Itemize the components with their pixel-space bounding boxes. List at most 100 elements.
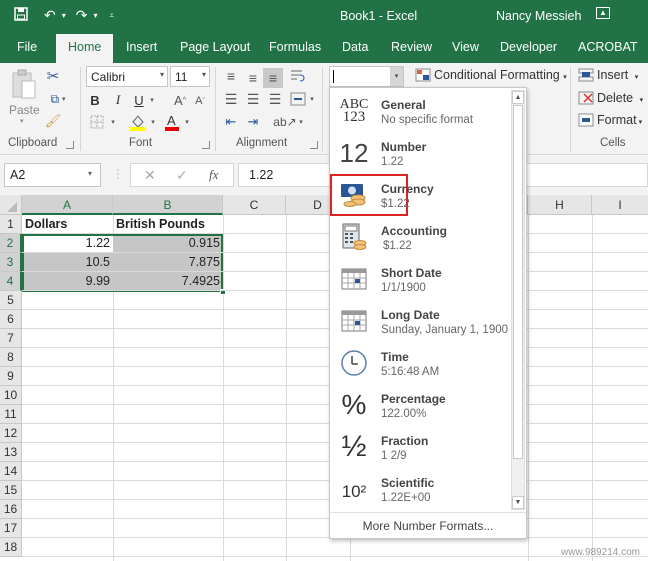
format-cells-icon[interactable] [578,112,594,128]
wrap-text-icon[interactable] [288,66,308,86]
menu-item-general[interactable]: ABC 123 General No specific format [330,90,510,132]
formula-bar-grip-icon[interactable]: ⋮ [112,167,124,181]
row-header-16[interactable]: 16 [0,500,22,519]
column-header-a[interactable]: A [22,195,113,215]
scroll-up-icon[interactable]: ▲ [512,91,524,104]
row-header-7[interactable]: 7 [0,329,22,348]
tab-review[interactable]: Review [391,40,432,54]
menu-item-fraction[interactable]: ½ Fraction 1 2/9 [330,426,510,468]
row-header-15[interactable]: 15 [0,481,22,500]
more-number-formats-link[interactable]: More Number Formats... [330,512,526,538]
menu-item-accounting[interactable]: Accounting $1.22 [330,216,510,258]
tab-page-layout[interactable]: Page Layout [180,40,250,54]
increase-indent-icon[interactable]: ⇥ [243,113,263,131]
row-header-8[interactable]: 8 [0,348,22,367]
menu-scrollbar[interactable]: ▲ ▼ [511,90,525,510]
undo-icon[interactable]: ↶ [44,7,56,24]
font-color-dropdown-icon[interactable]: ▾ [182,113,192,131]
increase-font-size-icon[interactable]: A ^ [172,91,188,109]
ribbon-display-options-icon[interactable]: ▲ [596,7,610,19]
menu-item-long-date[interactable]: Long Date Sunday, January 1, 1900 [330,300,510,342]
row-header-9[interactable]: 9 [0,367,22,386]
bold-button[interactable]: B [87,91,103,109]
tab-acrobat[interactable]: ACROBAT [578,40,638,54]
row-header-4[interactable]: 4 [0,272,22,291]
top-align-icon[interactable]: ≡ [221,66,241,86]
alignment-launcher-icon[interactable] [310,141,318,149]
cut-icon[interactable]: ✂ [44,67,62,85]
row-header-5[interactable]: 5 [0,291,22,310]
customize-qat-icon[interactable]: ⩡ [110,11,115,21]
column-header-i[interactable]: I [592,195,648,215]
row-header-10[interactable]: 10 [0,386,22,405]
merge-center-icon[interactable] [288,90,308,108]
paste-button[interactable]: Paste [9,103,40,117]
paste-icon[interactable] [8,67,40,101]
row-header-18[interactable]: 18 [0,538,22,557]
row-header-14[interactable]: 14 [0,462,22,481]
align-center-icon[interactable]: ☰ [243,90,263,108]
enter-icon[interactable]: ✓ [176,167,188,184]
scroll-down-icon[interactable]: ▼ [512,496,524,509]
underline-button[interactable]: U [131,91,147,109]
insert-function-icon[interactable]: fx [209,167,218,183]
number-format-dropdown-button[interactable]: ▾ [390,67,403,86]
conditional-formatting-icon[interactable] [414,67,432,83]
paste-dropdown-icon[interactable]: ▾ [20,117,24,125]
font-color-icon[interactable]: A [163,112,181,132]
decrease-font-size-icon[interactable]: Aˇ [192,92,208,110]
delete-button[interactable]: Delete ▾ [597,91,643,105]
underline-dropdown-icon[interactable]: ▾ [147,91,157,109]
row-header-6[interactable]: 6 [0,310,22,329]
menu-item-scientific[interactable]: 10² Scientific 1.22E+00 [330,468,510,510]
clipboard-launcher-icon[interactable] [66,141,74,149]
column-header-h[interactable]: H [528,195,592,215]
menu-item-time[interactable]: Time 5:16:48 AM [330,342,510,384]
orientation-dropdown-icon[interactable]: ▾ [296,113,306,131]
tab-view[interactable]: View [452,40,479,54]
tab-developer[interactable]: Developer [500,40,557,54]
font-size-dropdown[interactable]: 11 ▾ [170,66,210,87]
row-header-17[interactable]: 17 [0,519,22,538]
cancel-icon[interactable]: ✕ [144,167,156,184]
save-icon[interactable] [14,7,28,24]
align-left-icon[interactable]: ☰ [221,90,241,108]
delete-cells-icon[interactable] [578,90,594,106]
align-right-icon[interactable]: ☰ [265,90,285,108]
undo-dropdown-icon[interactable]: ▾ [62,11,66,20]
menu-item-number[interactable]: 12 Number 1.22 [330,132,510,174]
tab-file[interactable]: File [17,40,37,54]
redo-dropdown-icon[interactable]: ▾ [93,11,97,20]
cell-a1[interactable]: Dollars [22,215,113,234]
fill-color-dropdown-icon[interactable]: ▾ [148,113,158,131]
menu-item-percentage[interactable]: % Percentage 122.00% [330,384,510,426]
conditional-formatting-button[interactable]: Conditional Formatting ▾ [434,68,567,82]
row-header-12[interactable]: 12 [0,424,22,443]
format-painter-icon[interactable]: 🖌 [44,112,62,130]
select-all-corner[interactable] [0,195,22,215]
fill-color-icon[interactable] [128,112,148,132]
borders-dropdown-icon[interactable]: ▾ [108,113,118,131]
font-launcher-icon[interactable] [202,141,210,149]
italic-button[interactable]: I [110,91,126,109]
scroll-thumb[interactable] [513,105,523,459]
merge-dropdown-icon[interactable]: ▾ [307,90,317,108]
row-header-2[interactable]: 2 [0,234,22,253]
user-name[interactable]: Nancy Messieh [496,9,581,23]
menu-item-currency[interactable]: Currency $1.22 [330,174,434,216]
redo-icon[interactable]: ↷ [76,7,88,24]
copy-icon[interactable]: ⧉ ▾ [44,90,72,108]
tab-data[interactable]: Data [342,40,368,54]
name-box[interactable]: A2 ▾ [4,163,101,187]
tab-formulas[interactable]: Formulas [269,40,321,54]
tab-home[interactable]: Home [56,34,114,63]
cell-b1[interactable]: British Pounds [113,215,223,234]
row-header-3[interactable]: 3 [0,253,22,272]
orientation-icon[interactable]: ab↗ [273,113,296,131]
column-header-c[interactable]: C [223,195,286,215]
menu-item-short-date[interactable]: Short Date 1/1/1900 [330,258,510,300]
bottom-align-icon[interactable]: ≡ [263,68,283,88]
column-header-b[interactable]: B [113,195,223,215]
insert-cells-icon[interactable] [578,67,594,83]
insert-button[interactable]: Insert ▾ [597,68,638,82]
